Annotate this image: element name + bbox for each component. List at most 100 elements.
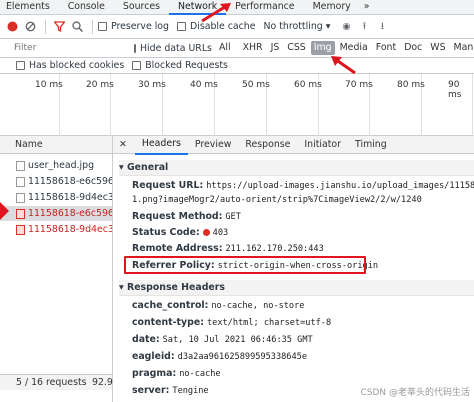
tab-memory[interactable]: Memory bbox=[304, 0, 360, 15]
hide-data-urls-checkbox[interactable] bbox=[134, 43, 136, 53]
preserve-log-checkbox[interactable] bbox=[98, 22, 107, 31]
detail-tab-headers[interactable]: Headers bbox=[134, 135, 188, 155]
timeline-tick-label: 70 ms bbox=[345, 80, 373, 90]
header-key: content-type: bbox=[132, 317, 204, 328]
timeline-tick-label: 30 ms bbox=[138, 80, 166, 90]
clear-icon[interactable] bbox=[22, 19, 38, 35]
search-icon[interactable] bbox=[69, 19, 85, 35]
request-row[interactable]: 11158618-9d4ec3... bbox=[0, 190, 112, 205]
status-error-dot-icon bbox=[202, 229, 210, 236]
tab-elements[interactable]: Elements bbox=[0, 0, 59, 15]
tab-console[interactable]: Console bbox=[59, 0, 114, 15]
timeline-tick-label: 50 ms bbox=[242, 80, 270, 90]
filter-bar: Hide data URLs All XHR JS CSS Img Media … bbox=[0, 39, 474, 58]
header-value: no-cache bbox=[179, 369, 221, 379]
filter-type-img[interactable]: Img bbox=[310, 41, 335, 55]
request-row-selected[interactable]: 11158618-e6c596... bbox=[0, 206, 112, 221]
header-value: Tengine bbox=[172, 386, 209, 396]
file-icon bbox=[16, 177, 25, 187]
filter-type-js[interactable]: JS bbox=[268, 41, 283, 55]
header-key: pragma: bbox=[132, 368, 177, 379]
filter-icon[interactable] bbox=[51, 19, 67, 35]
filter-type-ws[interactable]: WS bbox=[427, 41, 448, 55]
filter-type-media[interactable]: Media bbox=[337, 41, 371, 55]
preserve-log-label: Preserve log bbox=[111, 21, 169, 32]
response-header-row: eagleid: d3a2aa961625899595338645e bbox=[132, 350, 307, 364]
name-column-header[interactable]: Name bbox=[0, 136, 112, 154]
section-title: Response Headers bbox=[126, 282, 225, 293]
annotation-arrow-img bbox=[331, 56, 356, 75]
header-key: Request URL: bbox=[132, 180, 204, 191]
request-list: Name user_head.jpg 11158618-e6c596... 11… bbox=[0, 136, 113, 402]
detail-tab-preview[interactable]: Preview bbox=[188, 136, 239, 154]
timeline-overview[interactable]: 10 ms 20 ms 30 ms 40 ms 50 ms 60 ms 70 m… bbox=[0, 74, 474, 136]
header-value: 211.162.170.250:443 bbox=[225, 244, 324, 254]
filter-input[interactable] bbox=[14, 41, 134, 55]
request-name: 11158618-9d4ec3... bbox=[28, 224, 112, 235]
detail-tab-timing[interactable]: Timing bbox=[348, 136, 394, 154]
request-row[interactable]: 11158618-e6c596... bbox=[0, 174, 112, 189]
header-value: text/html; charset=utf-8 bbox=[206, 318, 332, 328]
header-value: GET bbox=[225, 212, 241, 222]
request-method-row: Request Method: GET bbox=[132, 210, 241, 224]
filter-type-manifest[interactable]: Manifest bbox=[451, 41, 474, 55]
header-key: eagleid: bbox=[132, 351, 175, 362]
request-detail-pane: ✕ Headers Preview Response Initiator Tim… bbox=[113, 136, 474, 402]
response-header-row: pragma: no-cache bbox=[132, 367, 221, 381]
response-headers-section-header[interactable]: ▾ Response Headers bbox=[119, 280, 474, 296]
section-title: General bbox=[126, 162, 169, 173]
request-row[interactable]: user_head.jpg bbox=[0, 158, 112, 173]
has-blocked-cookies-checkbox[interactable] bbox=[16, 61, 25, 70]
chevron-down-icon: ▾ bbox=[325, 21, 331, 32]
watermark: CSDN @老莘头的代码生活 bbox=[360, 388, 470, 398]
response-header-row: cache_control: no-cache, no-store bbox=[132, 299, 304, 313]
response-header-row: server: Tengine bbox=[132, 384, 209, 398]
general-section-header[interactable]: ▾ General bbox=[119, 160, 474, 176]
record-icon[interactable] bbox=[4, 19, 20, 35]
has-blocked-cookies-label: Has blocked cookies bbox=[29, 60, 125, 71]
filter-type-doc[interactable]: Doc bbox=[401, 41, 425, 55]
request-url-row: Request URL: https://upload-images.jians… bbox=[132, 179, 474, 193]
blocked-requests-checkbox[interactable] bbox=[132, 61, 142, 70]
disable-cache-checkbox[interactable] bbox=[177, 22, 186, 31]
close-icon[interactable]: ✕ bbox=[113, 136, 135, 154]
header-value: 403 bbox=[212, 228, 229, 238]
response-header-row: content-type: text/html; charset=utf-8 bbox=[132, 316, 331, 330]
request-count: 5 / 16 requests bbox=[16, 377, 87, 388]
response-header-row: date: Sat, 10 Jul 2021 06:46:35 GMT bbox=[132, 333, 313, 347]
header-key: Remote Address: bbox=[132, 243, 223, 254]
request-name: user_head.jpg bbox=[28, 160, 95, 171]
annotation-arrow-network bbox=[201, 3, 231, 23]
detail-tab-response[interactable]: Response bbox=[238, 136, 297, 154]
highlight-box bbox=[124, 256, 366, 274]
blocked-requests-label: Blocked Requests bbox=[145, 60, 228, 71]
header-key: cache_control: bbox=[132, 300, 209, 311]
detail-tab-initiator[interactable]: Initiator bbox=[297, 136, 348, 154]
throttling-select[interactable]: No throttling ▾ bbox=[264, 21, 331, 32]
header-key: Status Code: bbox=[132, 227, 200, 238]
header-value: https://upload-images.jianshu.io/upload_… bbox=[206, 181, 474, 191]
expand-triangle-icon: ▾ bbox=[119, 162, 127, 173]
more-tabs-icon[interactable]: » bbox=[360, 0, 374, 15]
timeline-tick-label: 80 ms bbox=[397, 80, 425, 90]
divider bbox=[92, 19, 93, 34]
request-name: 11158618-e6c596... bbox=[28, 208, 112, 219]
import-har-icon[interactable]: ⭱ bbox=[356, 19, 372, 35]
filter-type-css[interactable]: CSS bbox=[284, 41, 308, 55]
export-har-icon[interactable]: ⭳ bbox=[374, 19, 390, 35]
hide-data-urls-label: Hide data URLs bbox=[140, 42, 212, 54]
timeline-tick-label: 20 ms bbox=[86, 80, 114, 90]
detail-tabbar: ✕ Headers Preview Response Initiator Tim… bbox=[113, 135, 474, 155]
timeline-tick-label: 10 ms bbox=[35, 80, 63, 90]
header-value: d3a2aa961625899595338645e bbox=[177, 352, 307, 362]
divider bbox=[45, 19, 46, 34]
header-value: 1.png?imageMogr2/auto-orient/strip%7Cima… bbox=[132, 195, 422, 205]
filter-type-xhr[interactable]: XHR bbox=[240, 41, 266, 55]
transfer-size: 92.9 bbox=[92, 377, 113, 388]
expand-triangle-icon: ▾ bbox=[119, 282, 127, 293]
request-row[interactable]: 11158618-9d4ec3... bbox=[0, 222, 112, 237]
network-conditions-icon[interactable]: ◉ bbox=[338, 19, 354, 35]
filter-type-font[interactable]: Font bbox=[373, 41, 399, 55]
tab-sources[interactable]: Sources bbox=[114, 0, 169, 15]
filter-type-all[interactable]: All bbox=[216, 41, 234, 55]
